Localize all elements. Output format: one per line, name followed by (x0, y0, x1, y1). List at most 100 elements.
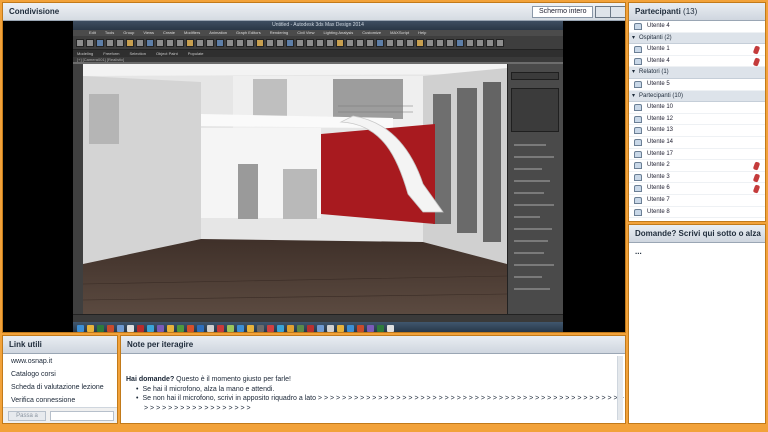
toolbar-tool-icon[interactable] (346, 38, 354, 47)
command-panel-tabs[interactable] (511, 72, 559, 80)
taskbar-app-icon[interactable] (357, 324, 364, 332)
link-url-input[interactable] (50, 411, 114, 421)
toolbar-tool-icon[interactable] (226, 38, 234, 47)
toolbar-tool-icon[interactable] (116, 38, 124, 47)
taskbar-app-icon[interactable] (327, 324, 334, 332)
toolbar-tool-icon[interactable] (496, 38, 504, 47)
notes-scrollbar[interactable] (617, 356, 623, 420)
toolbar-tool-icon[interactable] (186, 38, 194, 47)
toolbar-tool-icon[interactable] (316, 38, 324, 47)
toolbar-tool-icon[interactable] (276, 38, 284, 47)
toolbar-tool-icon[interactable] (406, 38, 414, 47)
taskbar-app-icon[interactable] (87, 324, 94, 332)
menu-item[interactable]: Create (163, 30, 175, 35)
taskbar-app-icon[interactable] (137, 324, 144, 332)
menu-item[interactable]: Animation (209, 30, 227, 35)
ribbon-tab[interactable]: Populate (188, 51, 204, 56)
toolbar-tool-icon[interactable] (136, 38, 144, 47)
menu-item[interactable]: Customize (362, 30, 381, 35)
menu-item[interactable]: Modifiers (184, 30, 200, 35)
taskbar-app-icon[interactable] (97, 324, 104, 332)
menu-item[interactable]: Group (123, 30, 134, 35)
toolbar-tool-icon[interactable] (286, 38, 294, 47)
toolbar-tool-icon[interactable] (486, 38, 494, 47)
taskbar-app-icon[interactable] (227, 324, 234, 332)
link-item-osnap[interactable]: www.osnap.it (3, 355, 117, 368)
toolbar-tool-icon[interactable] (426, 38, 434, 47)
fit-to-window-icon[interactable] (595, 6, 611, 18)
taskbar-app-icon[interactable] (347, 324, 354, 332)
taskbar-app-icon[interactable] (147, 324, 154, 332)
taskbar-app-icon[interactable] (317, 324, 324, 332)
timeline-slider[interactable] (73, 314, 563, 322)
participant-row[interactable]: Utente 2 (629, 160, 765, 172)
toolbar-tool-icon[interactable] (476, 38, 484, 47)
menu-item[interactable]: Graph Editors (236, 30, 261, 35)
toolbar-tool-icon[interactable] (156, 38, 164, 47)
participant-group-header[interactable]: Partecipanti (10) (629, 90, 765, 103)
taskbar-app-icon[interactable] (287, 324, 294, 332)
link-item-valutazione[interactable]: Scheda di valutazione lezione (3, 381, 117, 394)
participant-row[interactable]: Utente 4 (629, 21, 765, 33)
taskbar-app-icon[interactable] (297, 324, 304, 332)
taskbar-app-icon[interactable] (257, 324, 264, 332)
toolbar-tool-icon[interactable] (236, 38, 244, 47)
toolbar-tool-icon[interactable] (176, 38, 184, 47)
participant-row[interactable]: Utente 8 (629, 207, 765, 219)
toolbar-tool-icon[interactable] (216, 38, 224, 47)
participant-row[interactable]: Utente 13 (629, 125, 765, 137)
toolbar-tool-icon[interactable] (146, 38, 154, 47)
participant-row[interactable]: Utente 1 (629, 44, 765, 56)
toolbar-tool-icon[interactable] (446, 38, 454, 47)
toolbar-tool-icon[interactable] (256, 38, 264, 47)
participant-row[interactable]: Utente 5 (629, 79, 765, 91)
menu-item[interactable]: Lighting Analysis (323, 30, 353, 35)
toolbar-tool-icon[interactable] (396, 38, 404, 47)
participant-group-header[interactable]: Relatori (1) (629, 67, 765, 79)
pod-options-icon[interactable] (610, 6, 625, 18)
participant-row[interactable]: Utente 17 (629, 149, 765, 161)
menu-item[interactable]: Edit (89, 30, 96, 35)
toolbar-tool-icon[interactable] (296, 38, 304, 47)
ribbon-tab[interactable]: Object Paint (156, 51, 178, 56)
taskbar-app-icon[interactable] (237, 324, 244, 332)
toolbar-tool-icon[interactable] (456, 38, 464, 47)
participant-row[interactable]: Utente 6 (629, 183, 765, 195)
taskbar-app-icon[interactable] (107, 324, 114, 332)
taskbar-app-icon[interactable] (217, 324, 224, 332)
toolbar-tool-icon[interactable] (266, 38, 274, 47)
participant-row[interactable]: Utente 4 (629, 56, 765, 68)
taskbar-app-icon[interactable] (277, 324, 284, 332)
taskbar-app-icon[interactable] (307, 324, 314, 332)
toolbar-tool-icon[interactable] (246, 38, 254, 47)
link-item-verifica[interactable]: Verifica connessione (3, 394, 117, 407)
menu-item[interactable]: Views (143, 30, 154, 35)
toolbar-tool-icon[interactable] (306, 38, 314, 47)
fullscreen-button[interactable]: Schermo intero (532, 6, 594, 18)
participant-row[interactable]: Utente 12 (629, 114, 765, 126)
menu-item[interactable]: Civil View (297, 30, 314, 35)
toolbar-tool-icon[interactable] (86, 38, 94, 47)
menu-item[interactable]: Rendering (270, 30, 288, 35)
taskbar-app-icon[interactable] (127, 324, 134, 332)
taskbar-app-icon[interactable] (167, 324, 174, 332)
toolbar-tool-icon[interactable] (376, 38, 384, 47)
link-item-catalogo[interactable]: Catalogo corsi (3, 368, 117, 381)
toolbar-tool-icon[interactable] (206, 38, 214, 47)
taskbar-app-icon[interactable] (377, 324, 384, 332)
toolbar-tool-icon[interactable] (466, 38, 474, 47)
toolbar-tool-icon[interactable] (386, 38, 394, 47)
taskbar-app-icon[interactable] (197, 324, 204, 332)
participant-row[interactable]: Utente 3 (629, 172, 765, 184)
toolbar-tool-icon[interactable] (106, 38, 114, 47)
toolbar-tool-icon[interactable] (436, 38, 444, 47)
toolbar-tool-icon[interactable] (126, 38, 134, 47)
toolbar-tool-icon[interactable] (356, 38, 364, 47)
toolbar-tool-icon[interactable] (166, 38, 174, 47)
menu-item[interactable]: Help (418, 30, 426, 35)
taskbar-app-icon[interactable] (247, 324, 254, 332)
modifier-stack[interactable] (511, 88, 559, 132)
participant-row[interactable]: Utente 10 (629, 102, 765, 114)
taskbar-app-icon[interactable] (77, 324, 84, 332)
toolbar-tool-icon[interactable] (336, 38, 344, 47)
